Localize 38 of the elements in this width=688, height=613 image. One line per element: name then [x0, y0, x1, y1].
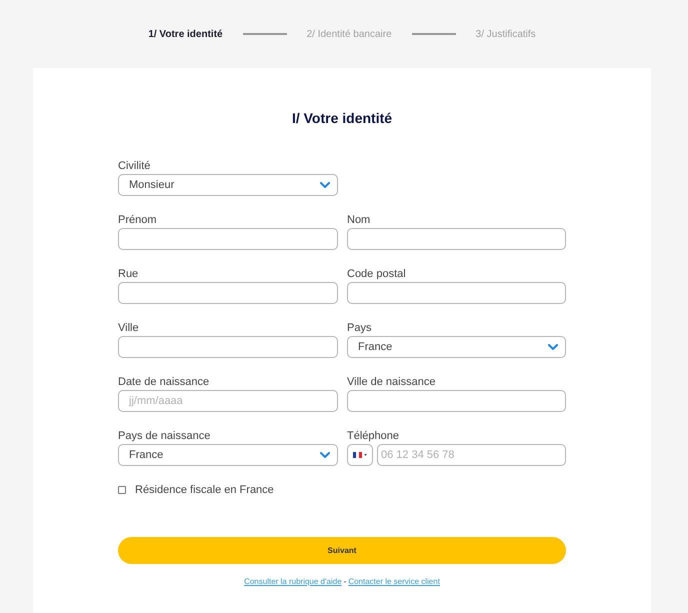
- caret-icon: [364, 454, 367, 456]
- input-field[interactable]: [347, 282, 566, 304]
- checkbox-label: Résidence fiscale en France: [135, 484, 274, 496]
- chevron-down-icon: [548, 344, 558, 350]
- step-label: 2/ Identité bancaire: [306, 28, 392, 40]
- select-field[interactable]: France: [118, 444, 338, 466]
- flag-icon: [353, 452, 362, 458]
- chevron-down-icon: [320, 182, 330, 188]
- input-field[interactable]: [118, 336, 338, 358]
- link-separator: -: [344, 577, 346, 587]
- chevron-down-icon: [320, 452, 330, 458]
- step-label: 1/ Votre identité: [148, 28, 223, 40]
- input-field[interactable]: 06 12 34 56 78: [377, 444, 566, 466]
- select-field[interactable]: France: [347, 336, 566, 358]
- field-label: Prénom: [118, 214, 158, 227]
- next-button[interactable]: Suivant: [118, 537, 566, 564]
- field-label: Date de naissance: [118, 376, 210, 389]
- input-field[interactable]: jj/mm/aaaa: [118, 390, 338, 412]
- input-field[interactable]: [118, 282, 338, 304]
- input-field[interactable]: [347, 390, 566, 412]
- step-connector: [412, 33, 456, 35]
- input-field[interactable]: [118, 228, 338, 250]
- field-label: Pays de naissance: [118, 430, 212, 443]
- field-label: Ville de naissance: [347, 376, 436, 389]
- select-field[interactable]: Monsieur: [118, 174, 338, 196]
- field-label: Nom: [347, 214, 372, 227]
- step-label: 3/ Justificatifs: [476, 28, 536, 40]
- field-label: Ville: [118, 322, 140, 335]
- field-label: Rue: [118, 268, 140, 281]
- field-label: Pays: [347, 322, 372, 335]
- field-label: Civilité: [118, 160, 152, 173]
- country-picker[interactable]: [347, 444, 373, 466]
- field-label: Code postal: [347, 268, 407, 281]
- field-label: Téléphone: [347, 430, 400, 443]
- checkbox[interactable]: [118, 486, 126, 494]
- input-field[interactable]: [347, 228, 566, 250]
- form-title: I/ Votre identité: [292, 109, 392, 127]
- step-connector: [242, 33, 287, 35]
